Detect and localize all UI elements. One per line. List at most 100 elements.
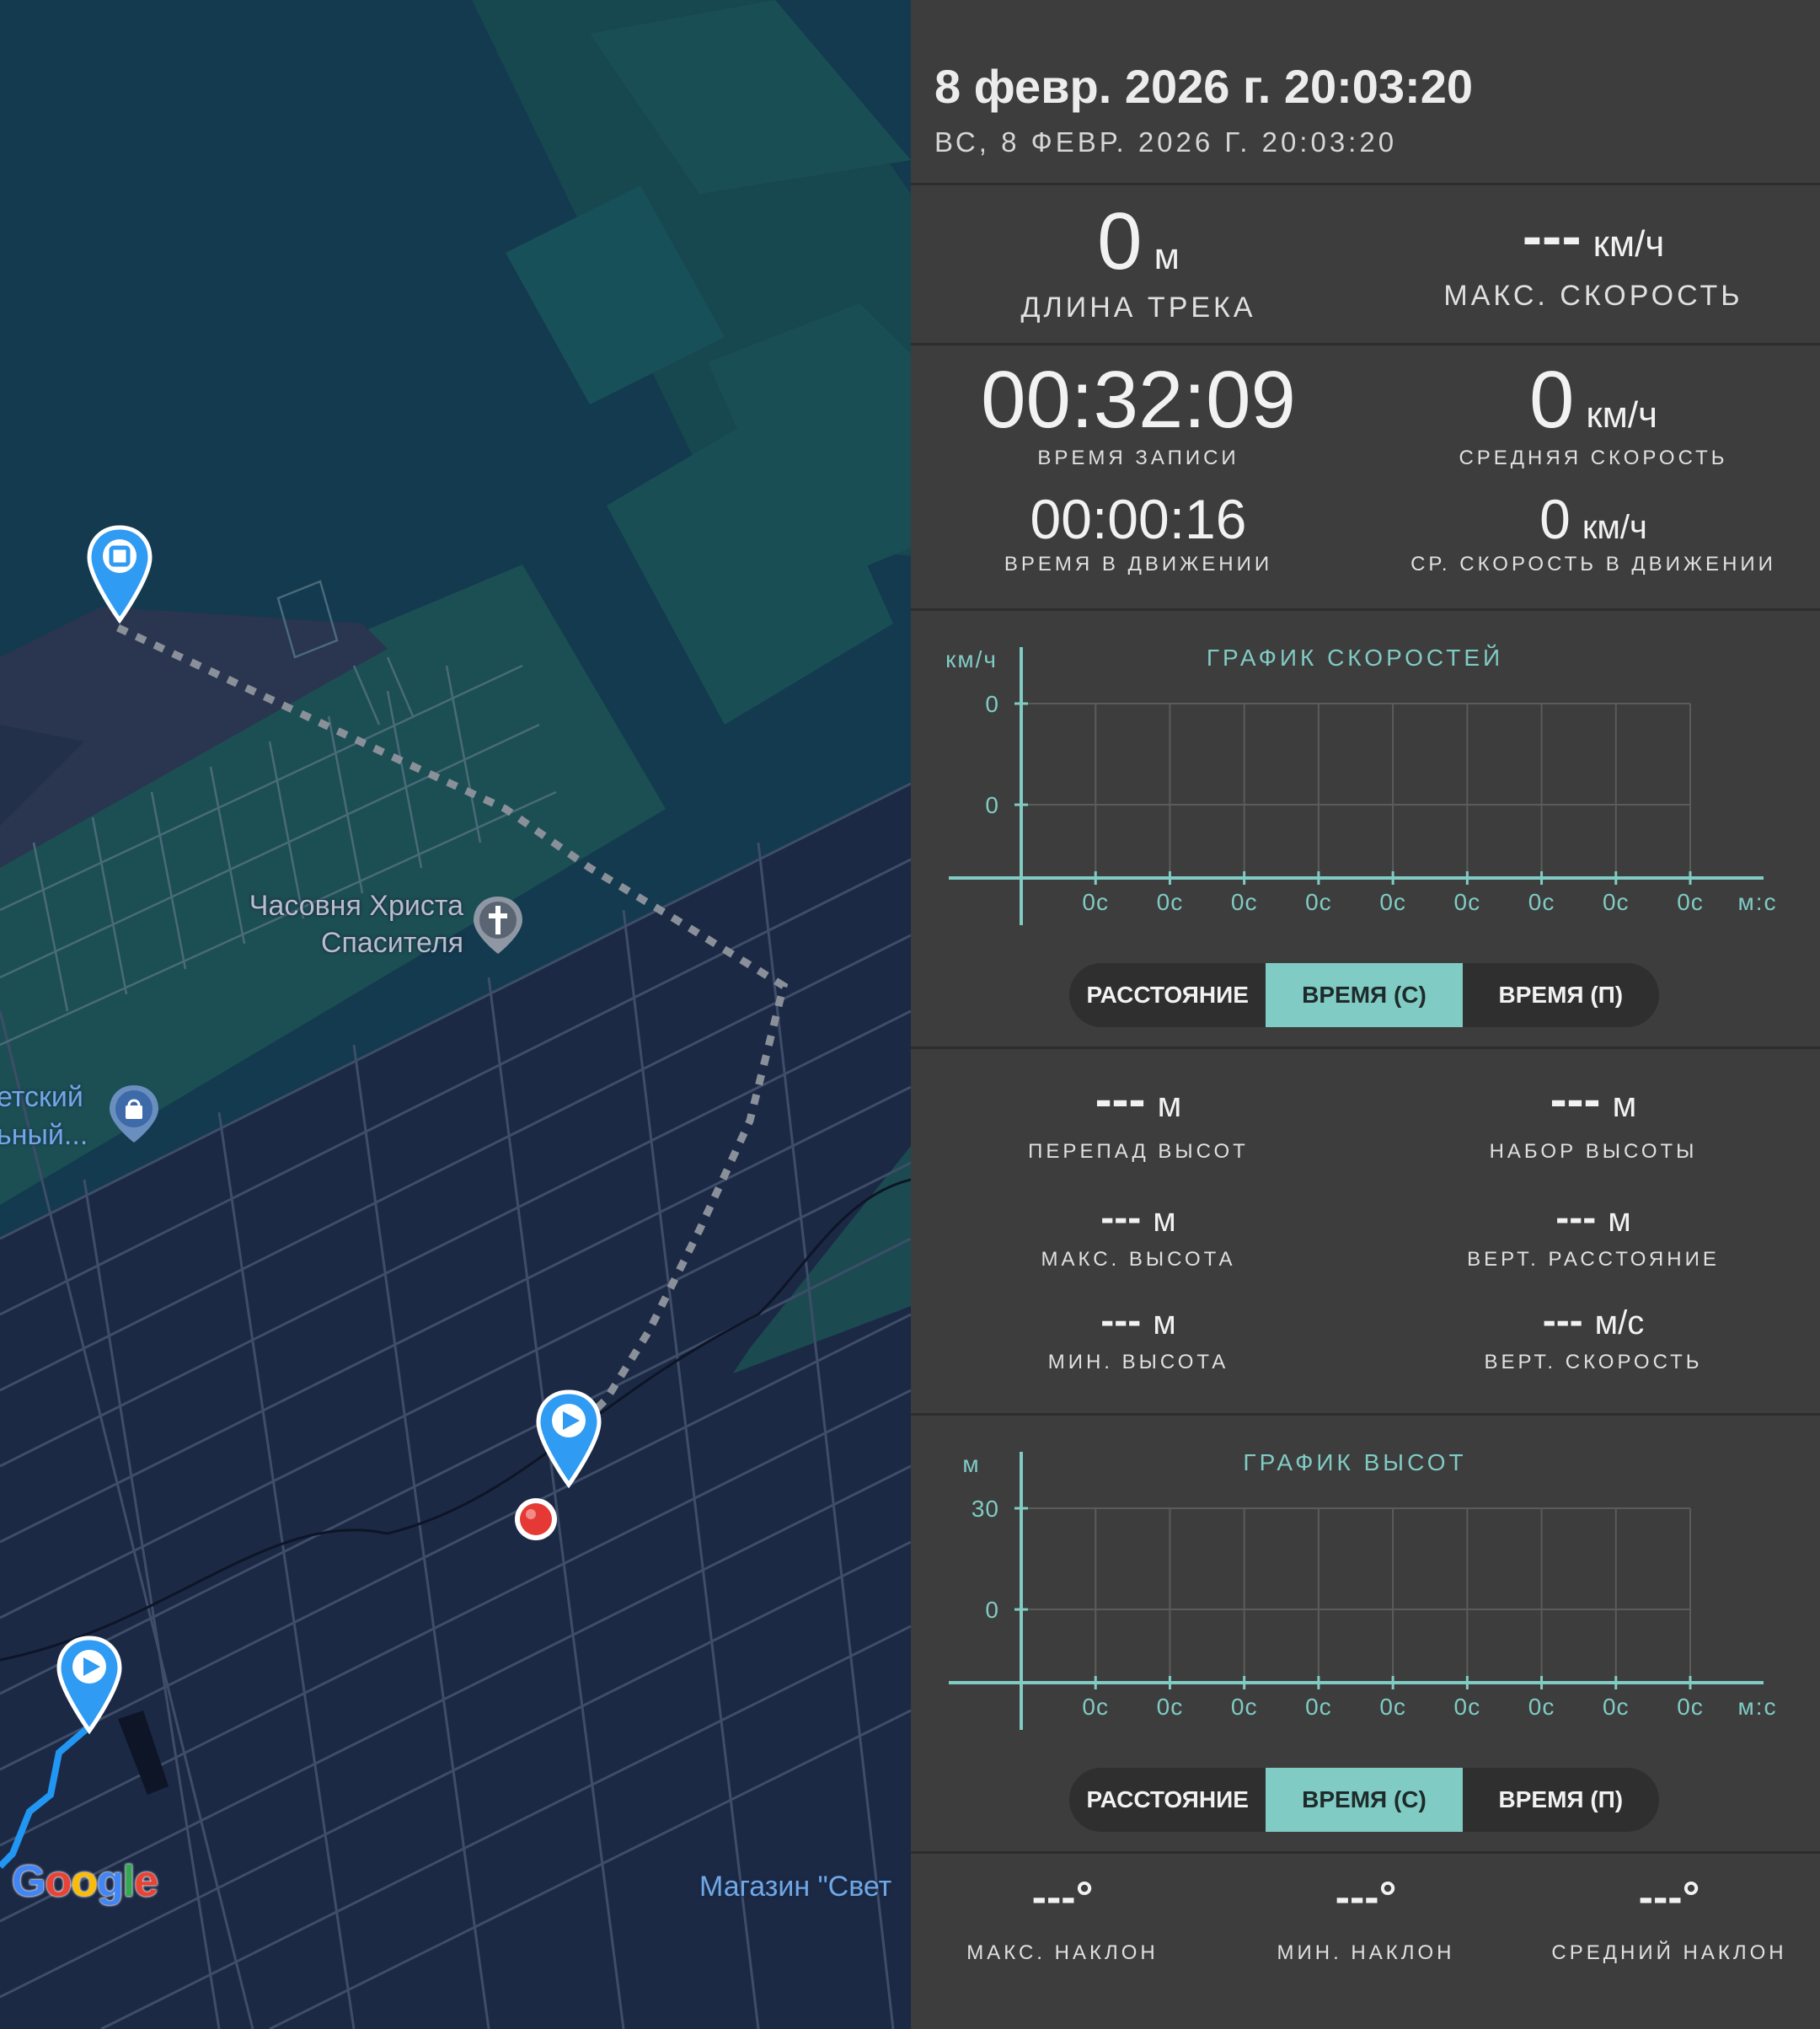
x-tick-label: 0с	[1379, 1694, 1406, 1720]
elev-gain-value: ---	[1550, 1071, 1601, 1127]
slope-max-value: ---°	[1031, 1873, 1094, 1922]
elevation-chart-svg: 30 0 0с 0с 0с 0с 0с 0с 0с 0с 0с м м:с ГРАФИК ВЫСОТ	[949, 1449, 1777, 1730]
y-tick-label: 0	[985, 792, 999, 818]
x-tick-label: 0с	[1677, 1694, 1704, 1720]
vert-dist-label: ВЕРТ. РАССТОЯНИЕ	[1467, 1248, 1720, 1271]
track-length-value: 0	[1097, 196, 1143, 286]
shopping-bag-icon[interactable]	[104, 1082, 163, 1149]
stat-track-length: 0м ДЛИНА ТРЕКА	[911, 195, 1366, 324]
elevation-chart-mode-toggle: РАССТОЯНИЕ ВРЕМЯ (С) ВРЕМЯ (П)	[1069, 1768, 1659, 1832]
poi-shop-left-label-1[interactable]: етский	[0, 1081, 83, 1114]
record-time-value: 00:32:09	[981, 355, 1296, 445]
elev-gain-unit: м	[1612, 1084, 1637, 1124]
y-axis-unit: км/ч	[945, 646, 998, 672]
elevation-chart[interactable]: 30 0 0с 0с 0с 0с 0с 0с 0с 0с 0с м м:с ГРАФИК ВЫСОТ	[911, 1428, 1820, 1748]
moving-time-label: ВРЕМЯ В ДВИЖЕНИИ	[1004, 553, 1273, 576]
x-axis-unit: м:с	[1737, 1694, 1777, 1720]
elev-min-unit: м	[1153, 1304, 1176, 1341]
poi-shop-label[interactable]: Магазин "Свет	[699, 1871, 891, 1903]
stat-elev-min: --- м МИН. ВЫСОТА	[911, 1298, 1366, 1374]
date-primary: 8 февр. 2026 г. 20:03:20	[934, 60, 1473, 113]
x-tick-label: 0с	[1157, 1694, 1184, 1720]
elev-drop-unit: м	[1157, 1084, 1182, 1124]
google-logo: Google	[12, 1857, 158, 1906]
poi-shop-left-label-2[interactable]: ьный...	[0, 1119, 88, 1152]
map-view[interactable]: Часовня Христа Спасителя етский ьный... …	[0, 0, 911, 2029]
x-tick-label: 0с	[1454, 1694, 1481, 1720]
divider	[911, 1413, 1820, 1416]
start-pin-icon-2[interactable]	[56, 1635, 123, 1736]
stop-pin-icon[interactable]	[86, 524, 153, 625]
x-tick-label: 0с	[1603, 1694, 1630, 1720]
elev-drop-value: ---	[1095, 1071, 1146, 1127]
divider	[911, 1851, 1820, 1854]
x-axis-unit: м:с	[1737, 889, 1777, 915]
poi-chapel-label[interactable]: Часовня Христа Спасителя	[194, 887, 463, 961]
stat-elev-gain: --- м НАБОР ВЫСОТЫ	[1366, 1070, 1820, 1164]
stat-slope-avg: ---° СРЕДНИЙ НАКЛОН	[1518, 1872, 1820, 1965]
stat-slope-max: ---° МАКС. НАКЛОН	[911, 1872, 1214, 1965]
stat-slope-min: ---° МИН. НАКЛОН	[1214, 1872, 1518, 1965]
stat-elev-max: --- м МАКС. ВЫСОТА	[911, 1195, 1366, 1271]
stat-moving-time: 00:00:16 ВРЕМЯ В ДВИЖЕНИИ	[911, 487, 1366, 576]
moving-time-value: 00:00:16	[1030, 488, 1247, 550]
vert-speed-value: ---	[1542, 1298, 1583, 1343]
elev-gain-label: НАБОР ВЫСОТЫ	[1489, 1140, 1698, 1163]
vert-dist-value: ---	[1555, 1196, 1597, 1240]
x-tick-label: 0с	[1677, 889, 1704, 915]
toggle-time-p[interactable]: ВРЕМЯ (П)	[1463, 1768, 1659, 1832]
avg-moving-speed-label: СР. СКОРОСТЬ В ДВИЖЕНИИ	[1410, 553, 1776, 576]
x-tick-label: 0с	[1082, 889, 1109, 915]
elev-min-label: МИН. ВЫСОТА	[1047, 1351, 1229, 1373]
max-speed-unit: км/ч	[1592, 223, 1665, 265]
start-pin-icon[interactable]	[535, 1389, 602, 1490]
vert-speed-unit: м/с	[1594, 1304, 1645, 1341]
stat-vert-dist: --- м ВЕРТ. РАССТОЯНИЕ	[1366, 1195, 1820, 1271]
stat-max-speed: --- км/ч МАКС. СКОРОСТЬ	[1366, 202, 1820, 313]
elev-max-unit: м	[1153, 1202, 1176, 1239]
x-tick-label: 0с	[1454, 889, 1481, 915]
slope-min-label: МИН. НАКЛОН	[1277, 1941, 1455, 1964]
x-tick-label: 0с	[1305, 889, 1332, 915]
x-tick-label: 0с	[1379, 889, 1406, 915]
slope-min-value: ---°	[1335, 1873, 1397, 1922]
toggle-distance[interactable]: РАССТОЯНИЕ	[1069, 1768, 1266, 1832]
date-secondary: ВС, 8 ФЕВР. 2026 Г. 20:03:20	[934, 126, 1398, 158]
divider	[911, 343, 1820, 345]
speed-chart-svg: 0 0 0с 0с 0с 0с 0с 0с 0с 0с 0с км/ч м:с ГРАФИК СКОРОС…	[945, 645, 1777, 925]
toggle-distance[interactable]: РАССТОЯНИЕ	[1069, 963, 1266, 1027]
track-length-unit: м	[1154, 236, 1180, 277]
elev-max-label: МАКС. ВЫСОТА	[1041, 1248, 1236, 1271]
vert-speed-label: ВЕРТ. СКОРОСТЬ	[1484, 1351, 1703, 1373]
y-tick-label: 0	[985, 1597, 999, 1623]
toggle-time-c[interactable]: ВРЕМЯ (С)	[1266, 1768, 1463, 1832]
map-base	[0, 0, 911, 2029]
toggle-time-p[interactable]: ВРЕМЯ (П)	[1463, 963, 1659, 1027]
track-stats-panel: 8 февр. 2026 г. 20:03:20 ВС, 8 ФЕВР. 202…	[911, 0, 1820, 2029]
x-tick-label: 0с	[1305, 1694, 1332, 1720]
track-length-label: ДЛИНА ТРЕКА	[1020, 292, 1256, 324]
x-tick-label: 0с	[1157, 889, 1184, 915]
slope-avg-value: ---°	[1638, 1873, 1700, 1922]
elev-max-value: ---	[1100, 1196, 1142, 1240]
speed-chart-mode-toggle: РАССТОЯНИЕ ВРЕМЯ (С) ВРЕМЯ (П)	[1069, 963, 1659, 1027]
chart-title: ГРАФИК СКОРОСТЕЙ	[1207, 645, 1503, 671]
x-tick-label: 0с	[1231, 889, 1258, 915]
elev-min-value: ---	[1100, 1298, 1142, 1343]
avg-speed-label: СРЕДНЯЯ СКОРОСТЬ	[1459, 447, 1728, 469]
stat-vert-speed: --- м/с ВЕРТ. СКОРОСТЬ	[1366, 1298, 1820, 1374]
avg-speed-value: 0	[1528, 355, 1575, 445]
x-tick-label: 0с	[1528, 1694, 1555, 1720]
speed-chart[interactable]: 0 0 0с 0с 0с 0с 0с 0с 0с 0с 0с км/ч м:с ГРАФИК СКОРОС…	[911, 624, 1820, 944]
x-tick-label: 0с	[1082, 1694, 1109, 1720]
chapel-icon[interactable]	[468, 893, 527, 961]
record-time-label: ВРЕМЯ ЗАПИСИ	[1037, 447, 1239, 469]
x-tick-label: 0с	[1231, 1694, 1258, 1720]
stat-elev-drop: --- м ПЕРЕПАД ВЫСОТ	[911, 1070, 1366, 1164]
stat-avg-speed: 0 км/ч СРЕДНЯЯ СКОРОСТЬ	[1366, 354, 1820, 470]
y-tick-label: 30	[972, 1496, 999, 1522]
chart-title: ГРАФИК ВЫСОТ	[1243, 1449, 1466, 1475]
toggle-time-c[interactable]: ВРЕМЯ (С)	[1266, 963, 1463, 1027]
avg-moving-speed-unit: км/ч	[1582, 509, 1647, 546]
x-tick-label: 0с	[1603, 889, 1630, 915]
